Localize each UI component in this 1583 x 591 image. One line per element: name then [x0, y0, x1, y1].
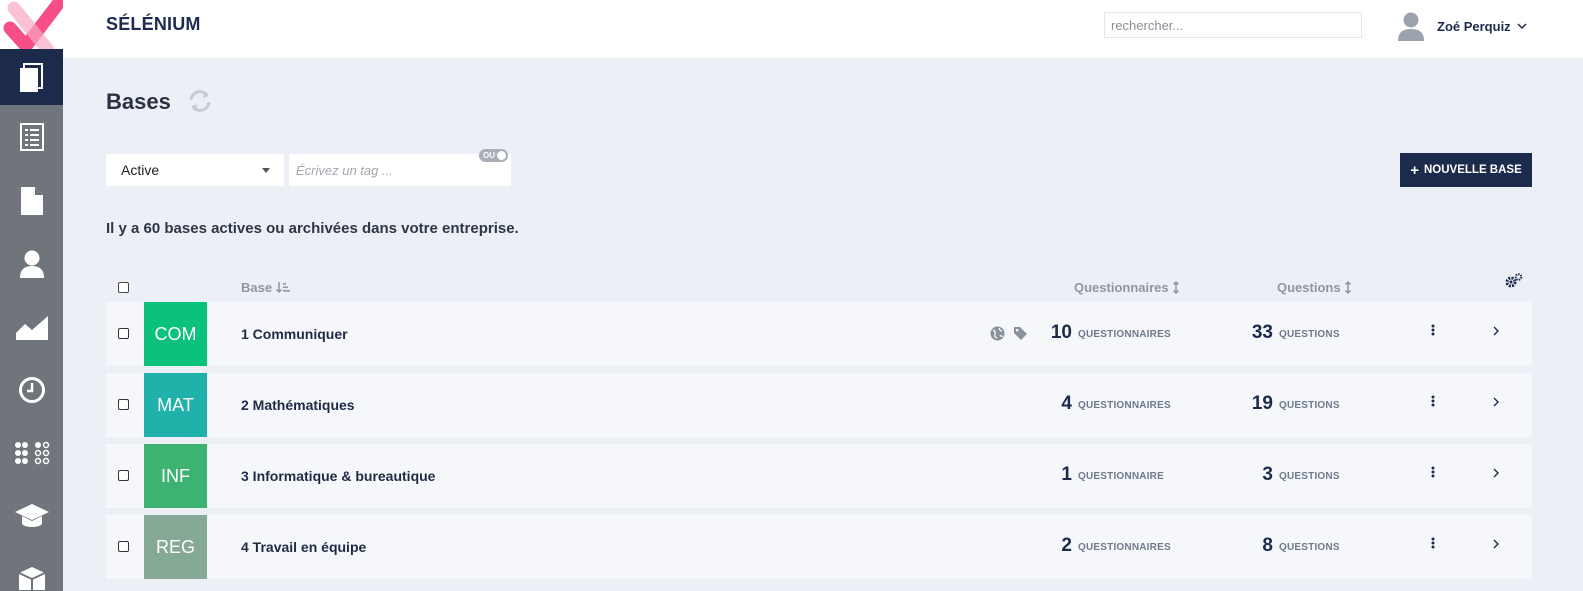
graduation-cap-icon — [14, 504, 49, 527]
app-title: SÉLÉNIUM — [106, 14, 201, 34]
questionnaires-label: QUESTIONNAIRES — [1078, 400, 1171, 411]
documents-icon — [19, 63, 43, 92]
base-code-badge: COM — [144, 302, 207, 366]
status-select-value: Active — [121, 162, 160, 178]
sort-ascending-icon — [276, 282, 291, 294]
questionnaires-label: QUESTIONNAIRES — [1078, 542, 1171, 553]
chevron-right-icon[interactable] — [1493, 397, 1499, 407]
list-icon — [19, 123, 44, 151]
plus-icon: + — [1410, 161, 1419, 179]
top-bar: SÉLÉNIUM Zoé Perquiz — [63, 0, 1583, 58]
column-header-questionnaires-label: Questionnaires — [1074, 280, 1169, 295]
box-icon — [18, 567, 45, 590]
base-name[interactable]: 1 Communiquer — [241, 326, 348, 342]
base-code-badge: REG — [144, 515, 207, 579]
chevron-down-icon — [1517, 22, 1527, 29]
more-vertical-icon[interactable] — [1431, 395, 1435, 407]
caret-down-icon — [262, 168, 270, 173]
sidebar-item-training[interactable] — [0, 485, 63, 547]
sidebar-item-stats[interactable] — [0, 296, 63, 358]
sidebar — [0, 0, 65, 591]
questions-count: 33 — [1251, 322, 1273, 343]
chevron-right-icon[interactable] — [1493, 326, 1499, 336]
dots-grid-icon — [14, 441, 49, 465]
toggle-knob-icon — [497, 151, 506, 160]
tag-input[interactable] — [289, 154, 511, 186]
questions-label: QUESTIONS — [1279, 471, 1340, 482]
column-header-questions-label: Questions — [1277, 280, 1341, 295]
base-code-badge: MAT — [144, 373, 207, 437]
row-checkbox[interactable] — [118, 328, 129, 339]
questionnaires-count: 1 — [1061, 464, 1072, 485]
sidebar-item-modules[interactable] — [0, 422, 63, 484]
questions-label: QUESTIONS — [1279, 400, 1340, 411]
table-row[interactable]: REG 4 Travail en équipe 2 QUESTIONNAIRES… — [106, 515, 1532, 579]
questions-label: QUESTIONS — [1279, 542, 1340, 553]
row-checkbox[interactable] — [118, 399, 129, 410]
questionnaires-count: 10 — [1050, 322, 1072, 343]
column-header-base[interactable]: Base — [241, 280, 291, 295]
chevron-right-icon[interactable] — [1493, 539, 1499, 549]
questions-count: 8 — [1262, 535, 1273, 556]
user-icon — [19, 250, 44, 278]
questionnaires-label: QUESTIONNAIRE — [1078, 471, 1164, 482]
row-indicators — [990, 326, 1028, 341]
summary-text: Il y a 60 bases actives ou archivées dan… — [106, 220, 519, 237]
row-checkbox[interactable] — [118, 541, 129, 552]
sort-icon — [1172, 281, 1179, 294]
chevron-right-icon[interactable] — [1493, 468, 1499, 478]
status-select[interactable]: Active — [106, 154, 284, 186]
new-base-button[interactable]: + NOUVELLE BASE — [1400, 153, 1532, 187]
select-all-checkbox[interactable] — [118, 282, 129, 293]
column-header-questionnaires[interactable]: Questionnaires — [1074, 280, 1179, 295]
gear-icon[interactable] — [1505, 273, 1523, 289]
user-name: Zoé Perquiz — [1437, 18, 1511, 34]
sidebar-item-users[interactable] — [0, 233, 63, 295]
questions-label: QUESTIONS — [1279, 329, 1340, 340]
page-title: Bases — [106, 89, 171, 114]
table-row[interactable]: MAT 2 Mathématiques 4 QUESTIONNAIRES 19 … — [106, 373, 1532, 437]
sort-icon — [1344, 281, 1351, 294]
file-icon — [20, 187, 43, 215]
questionnaires-count: 4 — [1061, 393, 1072, 414]
globe-icon — [990, 326, 1005, 341]
base-name[interactable]: 4 Travail en équipe — [241, 539, 366, 555]
more-vertical-icon[interactable] — [1431, 537, 1435, 549]
questionnaires-count: 2 — [1061, 535, 1072, 556]
clock-icon — [18, 377, 45, 403]
user-menu[interactable]: Zoé Perquiz — [1397, 11, 1527, 41]
search-input[interactable] — [1104, 12, 1362, 38]
column-header-base-label: Base — [241, 280, 273, 295]
ou-toggle-label: OU — [483, 151, 495, 160]
tag-icon — [1014, 327, 1027, 340]
more-vertical-icon[interactable] — [1431, 324, 1435, 336]
column-header-questions[interactable]: Questions — [1277, 280, 1351, 295]
ou-toggle[interactable]: OU — [479, 149, 508, 162]
more-vertical-icon[interactable] — [1431, 466, 1435, 478]
base-name[interactable]: 3 Informatique & bureautique — [241, 468, 435, 484]
table-row[interactable]: COM 1 Communiquer 10 QUESTIONNAIRES 33 Q… — [106, 302, 1532, 366]
sidebar-item-documents[interactable] — [0, 49, 63, 105]
chart-icon — [15, 316, 48, 340]
sidebar-item-file[interactable] — [0, 170, 63, 232]
base-name[interactable]: 2 Mathématiques — [241, 397, 355, 413]
table-row[interactable]: INF 3 Informatique & bureautique 1 QUEST… — [106, 444, 1532, 508]
questions-count: 19 — [1251, 393, 1273, 414]
refresh-icon[interactable] — [186, 88, 214, 114]
row-checkbox[interactable] — [118, 470, 129, 481]
base-code-badge: INF — [144, 444, 207, 508]
sidebar-item-list[interactable] — [0, 106, 63, 168]
sidebar-item-history[interactable] — [0, 359, 63, 421]
questionnaires-label: QUESTIONNAIRES — [1078, 329, 1171, 340]
new-base-label: NOUVELLE BASE — [1424, 164, 1522, 176]
sidebar-item-packages[interactable] — [0, 552, 63, 591]
avatar — [1398, 12, 1424, 41]
questions-count: 3 — [1262, 464, 1273, 485]
